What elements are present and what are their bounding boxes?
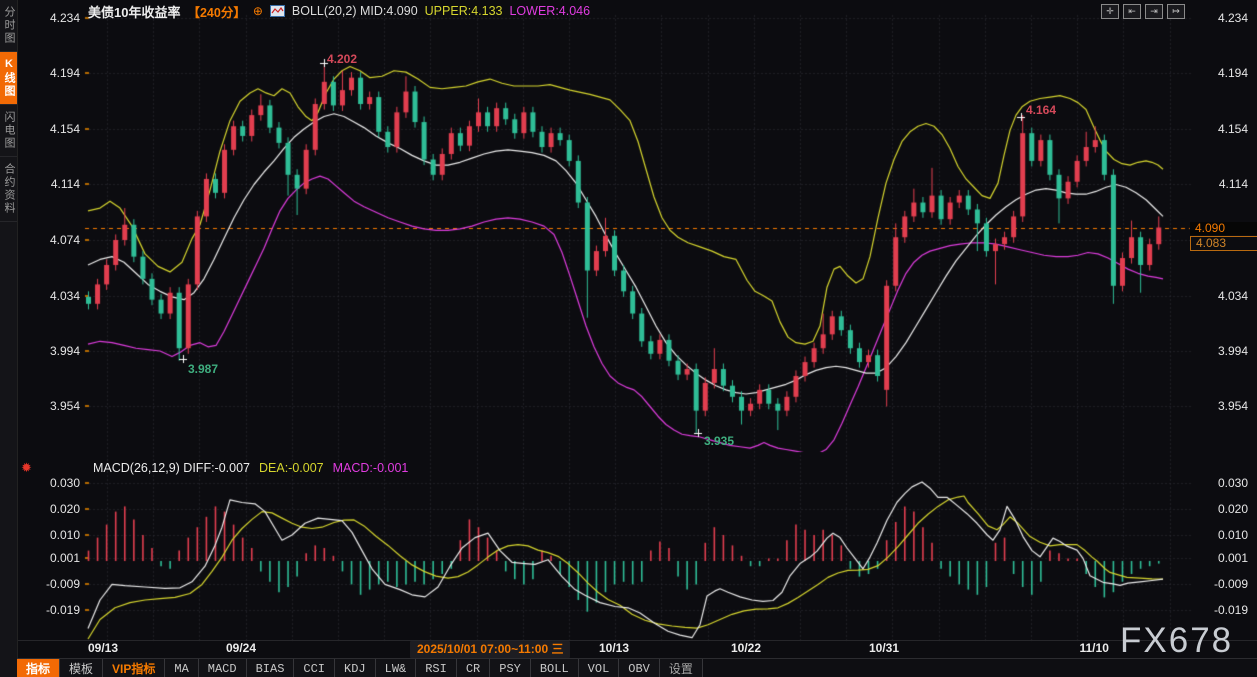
sidebar-tab-闪电图[interactable]: 闪电图 bbox=[0, 105, 17, 157]
price-axis-label-right: 3.994 bbox=[1196, 345, 1248, 358]
sidebar-tab-分时图[interactable]: 分时图 bbox=[0, 0, 17, 52]
macd-axis-label-right: 0.010 bbox=[1196, 529, 1248, 542]
time-label: 09/24 bbox=[226, 641, 256, 656]
toolbar-button-CCI[interactable]: CCI bbox=[294, 659, 335, 677]
price-annotation: 4.164 bbox=[1026, 103, 1056, 117]
toolbar-button-PSY[interactable]: PSY bbox=[490, 659, 531, 677]
macd-header: MACD(26,12,9) DIFF:-0.007 DEA:-0.007 MAC… bbox=[93, 461, 408, 475]
toolbar-button-指标[interactable]: 指标 bbox=[17, 659, 60, 677]
chart-tools: ✛ ⇤ ⇥ ↦ bbox=[1101, 4, 1185, 19]
toolbar-button-CR[interactable]: CR bbox=[457, 659, 490, 677]
time-label: 10/13 bbox=[599, 641, 629, 656]
macd-axis-label-right: 0.020 bbox=[1196, 503, 1248, 516]
time-label: 2025/10/01 07:00~11:00 三 bbox=[410, 641, 570, 658]
price-axis-label-left: 4.234 bbox=[28, 12, 80, 25]
price-axis-label-left: 3.994 bbox=[28, 345, 80, 358]
macd-value-label: MACD:-0.001 bbox=[333, 461, 409, 475]
toolbar-button-RSI[interactable]: RSI bbox=[416, 659, 457, 677]
macd-axis-label-right: -0.019 bbox=[1196, 604, 1248, 617]
toolbar-button-VIP指标[interactable]: VIP指标 bbox=[103, 659, 165, 677]
price-axis-label-right: 3.954 bbox=[1196, 400, 1248, 413]
go-latest-icon[interactable]: ↦ bbox=[1167, 4, 1185, 19]
price-axis-label-right: 4.114 bbox=[1196, 178, 1248, 191]
toolbar-button-BOLL[interactable]: BOLL bbox=[531, 659, 579, 677]
watermark: FX678 bbox=[1120, 621, 1233, 661]
toolbar-button-VOL[interactable]: VOL bbox=[579, 659, 620, 677]
price-axis-label-left: 4.114 bbox=[28, 178, 80, 191]
macd-axis-label-left: 0.020 bbox=[28, 503, 80, 516]
instrument-title: 美债10年收益率 bbox=[88, 2, 180, 21]
macd-dea-label: DEA:-0.007 bbox=[259, 461, 324, 475]
macd-axis-label-left: -0.019 bbox=[28, 604, 80, 617]
toolbar-button-MA[interactable]: MA bbox=[165, 659, 198, 677]
price-axis-label-left: 4.034 bbox=[28, 290, 80, 303]
indicator-toolbar: 指标模板VIP指标MAMACDBIASCCIKDJLW&RSICRPSYBOLL… bbox=[17, 658, 1257, 677]
macd-axis-label-left: 0.030 bbox=[28, 477, 80, 490]
price-axis-label-right: 4.194 bbox=[1196, 67, 1248, 80]
last-price-tag: 4.083 bbox=[1190, 236, 1257, 251]
sidebar: 分时图K线图闪电图合约资料 bbox=[0, 0, 18, 677]
boll-lower-label: LOWER:4.046 bbox=[509, 4, 590, 18]
boll-upper-label: UPPER:4.133 bbox=[425, 4, 503, 18]
macd-axis-label-right: 0.030 bbox=[1196, 477, 1248, 490]
price-axis-label-left: 4.074 bbox=[28, 234, 80, 247]
crosshair-move-icon[interactable]: ✛ bbox=[1101, 4, 1119, 19]
sidebar-tab-K线图[interactable]: K线图 bbox=[0, 52, 17, 105]
macd-diff-label: MACD(26,12,9) DIFF:-0.007 bbox=[93, 461, 250, 475]
price-axis-label-left: 3.954 bbox=[28, 400, 80, 413]
app-window: 分时图K线图闪电图合约资料 ✹ 美债10年收益率 【240分】 ⊕ BOLL(2… bbox=[0, 0, 1257, 677]
toolbar-button-MACD[interactable]: MACD bbox=[199, 659, 247, 677]
toolbar-button-BIAS[interactable]: BIAS bbox=[247, 659, 295, 677]
price-axis-label-right: 4.234 bbox=[1196, 12, 1248, 25]
time-label: 10/31 bbox=[869, 641, 899, 656]
time-label: 11/10 bbox=[1080, 641, 1109, 656]
toolbar-button-LW&[interactable]: LW& bbox=[376, 659, 417, 677]
price-axis-label-right: 4.034 bbox=[1196, 290, 1248, 303]
boll-mid-label: BOLL(20,2) MID:4.090 bbox=[292, 4, 418, 18]
period-label[interactable]: 【240分】 bbox=[187, 2, 245, 21]
alert-hot-icon[interactable]: ✹ bbox=[21, 460, 32, 476]
toolbar-button-模板[interactable]: 模板 bbox=[60, 659, 103, 677]
toolbar-button-KDJ[interactable]: KDJ bbox=[335, 659, 376, 677]
chart-thumbnail-icon[interactable] bbox=[270, 5, 285, 17]
macd-axis-label-right: 0.001 bbox=[1196, 552, 1248, 565]
price-annotation: 4.202 bbox=[327, 52, 357, 66]
toolbar-button-OBV[interactable]: OBV bbox=[619, 659, 660, 677]
price-axis-label-left: 4.194 bbox=[28, 67, 80, 80]
mid-price-tag: 4.090 bbox=[1190, 222, 1257, 235]
macd-axis-label-left: 0.010 bbox=[28, 529, 80, 542]
toolbar-button-设置[interactable]: 设置 bbox=[660, 659, 703, 677]
sidebar-tab-合约资料[interactable]: 合约资料 bbox=[0, 157, 17, 222]
crosshair-target-icon[interactable]: ⊕ bbox=[253, 5, 263, 17]
price-axis-label-right: 4.154 bbox=[1196, 123, 1248, 136]
price-annotation: 3.935 bbox=[704, 434, 734, 448]
chart-canvas[interactable] bbox=[0, 0, 1257, 677]
price-axis-label-left: 4.154 bbox=[28, 123, 80, 136]
time-label: 09/13 bbox=[88, 641, 118, 656]
price-annotation: 3.987 bbox=[188, 362, 218, 376]
macd-axis-label-left: -0.009 bbox=[28, 578, 80, 591]
snap-left-icon[interactable]: ⇤ bbox=[1123, 4, 1141, 19]
time-label: 10/22 bbox=[731, 641, 761, 656]
macd-axis-label-left: 0.001 bbox=[28, 552, 80, 565]
chart-header: 美债10年收益率 【240分】 ⊕ BOLL(20,2) MID:4.090 U… bbox=[88, 3, 590, 19]
macd-axis-label-right: -0.009 bbox=[1196, 578, 1248, 591]
snap-right-icon[interactable]: ⇥ bbox=[1145, 4, 1163, 19]
